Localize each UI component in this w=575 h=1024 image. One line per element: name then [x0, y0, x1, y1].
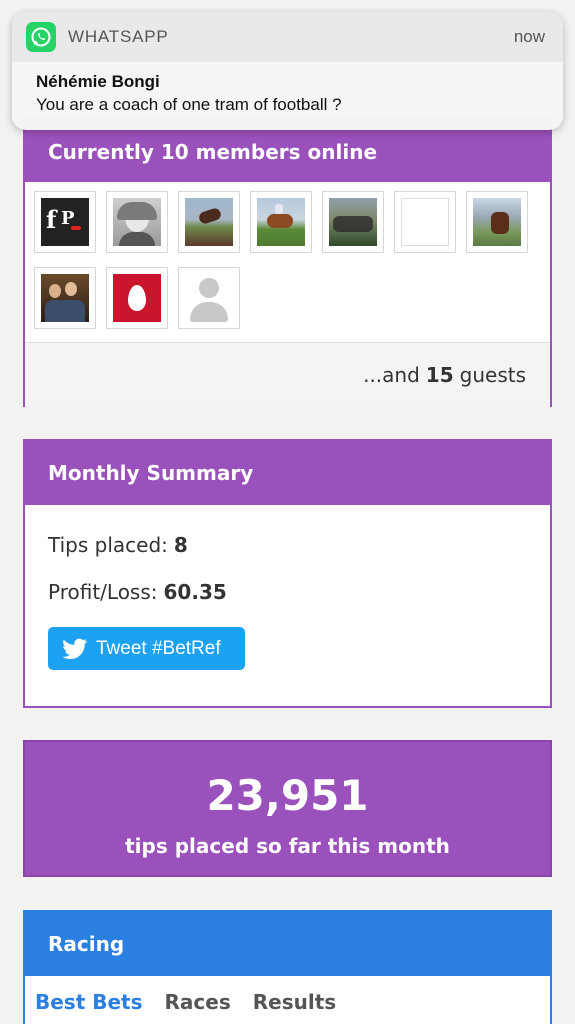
horse-track-avatar[interactable] — [466, 191, 528, 253]
default-user-avatar[interactable] — [178, 266, 240, 329]
guests-count: 15 — [425, 363, 454, 387]
tips-placed-caption: tips placed so far this month — [125, 834, 450, 858]
profit-loss-value: 60.35 — [163, 580, 227, 604]
tips-placed-banner: 23,951 tips placed so far this month — [23, 740, 552, 877]
twitter-bird-icon — [62, 638, 88, 659]
fp-logo-avatar[interactable]: f P — [34, 191, 96, 253]
notification-sender: Néhémie Bongi — [36, 72, 160, 91]
racing-tabs: Best Bets Races Results — [25, 976, 550, 1024]
whatsapp-notification[interactable]: WHATSAPP now Néhémie Bongi You are a coa… — [12, 12, 563, 130]
member-avatar-grid: f P — [25, 182, 550, 342]
tips-placed-label: Tips placed: — [48, 533, 168, 557]
egg-logo-avatar[interactable] — [106, 266, 168, 329]
profit-loss-label: Profit/Loss: — [48, 580, 158, 604]
horse-jump-avatar[interactable] — [178, 191, 240, 253]
notification-time: now — [513, 27, 545, 46]
racing-panel: Racing Best Bets Races Results — [23, 910, 552, 1024]
tips-placed-stat: Tips placed: 8 — [25, 533, 550, 557]
racing-title: Racing — [25, 912, 550, 976]
racing-pack-avatar[interactable] — [322, 191, 384, 253]
notification-message: You are a coach of one tram of football … — [36, 95, 342, 114]
blank-avatar[interactable] — [394, 191, 456, 253]
woman-photo-avatar[interactable] — [106, 191, 168, 253]
whatsapp-icon — [26, 22, 56, 52]
profit-loss-stat: Profit/Loss: 60.35 — [25, 580, 550, 604]
notification-app-name: WHATSAPP — [68, 27, 169, 46]
guests-prefix: ...and — [363, 363, 420, 387]
tips-placed-value: 8 — [173, 533, 188, 557]
horse-race-avatar[interactable] — [250, 191, 312, 253]
tweet-button[interactable]: Tweet #BetRef — [48, 627, 245, 670]
monthly-summary-title: Monthly Summary — [25, 441, 550, 505]
members-online-panel: Currently 10 members online f P ...and 1… — [23, 118, 552, 407]
guests-suffix: guests — [459, 363, 526, 387]
guests-count-row: ...and 15 guests — [25, 342, 550, 407]
notification-header: WHATSAPP now — [12, 12, 563, 62]
tab-races[interactable]: Races — [165, 990, 231, 1014]
tab-results[interactable]: Results — [253, 990, 336, 1014]
tweet-button-label: Tweet #BetRef — [96, 637, 221, 659]
tips-placed-total: 23,951 — [206, 771, 369, 820]
couple-photo-avatar[interactable] — [34, 266, 96, 329]
tab-best-bets[interactable]: Best Bets — [35, 990, 143, 1014]
monthly-summary-panel: Monthly Summary Tips placed: 8 Profit/Los… — [23, 439, 552, 708]
